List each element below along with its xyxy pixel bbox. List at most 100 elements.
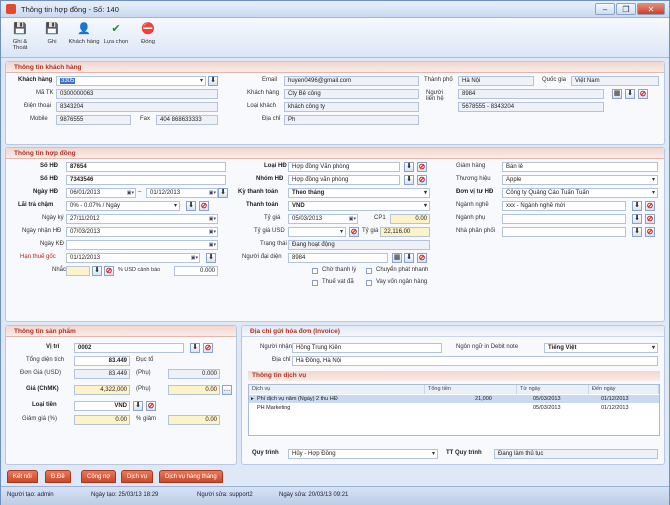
industry-clear[interactable]: ⊘ xyxy=(645,201,655,211)
rate-date-field[interactable]: 05/03/2013 xyxy=(288,214,358,224)
contract-to-date[interactable]: 01/12/2013 xyxy=(146,188,218,198)
services-col-from[interactable]: Từ ngày xyxy=(517,385,589,394)
discount-field[interactable]: 0.00 xyxy=(74,415,130,425)
contract-type-field[interactable]: Hợp đồng Văn phòng xyxy=(288,162,400,172)
status-field[interactable]: Đang hoạt động xyxy=(288,240,430,250)
place-edit-button[interactable]: ▦ xyxy=(392,253,402,263)
sub-industry-field[interactable] xyxy=(502,214,626,224)
receiver-field[interactable]: Hồng Trung Kiên xyxy=(292,343,442,353)
product-currency-clear[interactable]: ⊘ xyxy=(146,401,156,411)
distributor-clear[interactable]: ⊘ xyxy=(645,227,655,237)
position-lookup[interactable]: ⬇ xyxy=(190,343,200,353)
contact-lookup-button[interactable]: ⬇ xyxy=(625,89,635,99)
process-select[interactable]: Hủy - Hợp Đồng xyxy=(288,449,438,459)
check-express[interactable] xyxy=(366,268,372,274)
select-button[interactable]: ✔ Lựa chọn xyxy=(101,20,131,56)
fax-field[interactable]: 404 868633333 xyxy=(156,115,218,125)
contract-no2-field[interactable]: 7343546 xyxy=(66,175,226,185)
price-vnd-more-button[interactable]: … xyxy=(222,385,232,395)
contract-from-date[interactable]: 06/01/2013 xyxy=(66,188,136,198)
mobile-field[interactable]: 9876555 xyxy=(56,115,131,125)
tab-connect[interactable]: Kết nối xyxy=(7,470,38,483)
contact-edit-button[interactable]: ▦ xyxy=(612,89,622,99)
contract-group-clear[interactable]: ⊘ xyxy=(417,175,427,185)
remind-clear-button[interactable]: ⊘ xyxy=(104,266,114,276)
contract-type-clear[interactable]: ⊘ xyxy=(417,162,427,172)
check-vat[interactable] xyxy=(312,280,318,286)
remind-lookup-button[interactable]: ⬇ xyxy=(92,266,102,276)
country-field[interactable]: Việt Nam xyxy=(571,76,659,86)
customer-button[interactable]: 👤 Khách hàng xyxy=(67,20,101,56)
contract-type-lookup[interactable]: ⬇ xyxy=(404,162,414,172)
pay-deadline-button[interactable]: ⬇ xyxy=(206,253,216,263)
contact-name-field[interactable]: 8984 xyxy=(458,89,604,99)
contract-date-button[interactable]: ⬇ xyxy=(218,188,228,198)
sign-date-field[interactable]: 27/11/2012 xyxy=(66,214,218,224)
language-select[interactable]: Tiếng Việt xyxy=(544,343,658,353)
invoice-address-field[interactable]: Hà Đông, Hà Nội xyxy=(292,356,658,366)
contact-phone-field[interactable]: 5678555 - 8343204 xyxy=(458,102,604,112)
product-currency-field[interactable]: VND xyxy=(74,401,130,411)
discount-extra[interactable]: 0.00 xyxy=(168,415,220,425)
price-vnd-field[interactable]: 4,322,000 xyxy=(74,385,130,395)
distributor-lookup[interactable]: ⬇ xyxy=(632,227,642,237)
contact-clear-button[interactable]: ⊘ xyxy=(638,89,648,99)
industry-lookup[interactable]: ⬇ xyxy=(632,201,642,211)
city-field[interactable]: Hà Nội xyxy=(458,76,534,86)
address-field[interactable]: Ph xyxy=(284,115,419,125)
process-status-field[interactable]: Đang làm thủ tục xyxy=(494,449,658,459)
price-usd-extra[interactable]: 0.000 xyxy=(168,369,220,379)
customer-code-field[interactable]: 3305 xyxy=(56,76,206,86)
services-col-service[interactable]: Dịch vụ xyxy=(249,385,425,394)
remind-field[interactable] xyxy=(66,266,90,276)
pay-deadline-field[interactable]: 01/12/2013 xyxy=(66,253,200,263)
brand-select[interactable]: Apple xyxy=(502,175,658,185)
customer-lookup-button[interactable]: ⬇ xyxy=(208,76,218,86)
end-date-field[interactable] xyxy=(66,240,218,250)
place-field[interactable]: 8984 xyxy=(288,253,388,263)
save-button[interactable]: 💾 Ghi xyxy=(41,20,63,56)
sub-industry-lookup[interactable]: ⬇ xyxy=(632,214,642,224)
email-field[interactable]: huyen0496@gmail.com xyxy=(284,76,419,86)
services-col-to[interactable]: Đến ngày xyxy=(589,385,659,394)
interest-clear-button[interactable]: ⊘ xyxy=(199,201,209,211)
table-row[interactable]: PH Marketing 05/03/2013 01/12/2013 xyxy=(249,404,659,412)
maximize-button[interactable]: ❐ xyxy=(616,3,636,15)
industry-field[interactable]: xxx - Ngành nghề mới xyxy=(502,201,626,211)
seller-field[interactable]: Bán lẻ xyxy=(502,162,658,172)
place-lookup-button[interactable]: ⬇ xyxy=(404,253,414,263)
phone-field[interactable]: 8343204 xyxy=(56,102,218,112)
close-form-button[interactable]: ⛔ Đóng xyxy=(137,20,159,56)
contract-group-field[interactable]: Hợp đồng văn phòng xyxy=(288,175,400,185)
product-currency-lookup[interactable]: ⬇ xyxy=(133,401,143,411)
price-usd-field[interactable]: 83.449 xyxy=(74,369,130,379)
agent-select[interactable]: Công ty Quảng Cáo Tuấn Tuấn xyxy=(502,188,658,198)
close-button[interactable]: ✕ xyxy=(637,3,665,15)
position-clear[interactable]: ⊘ xyxy=(203,343,213,353)
save-exit-button[interactable]: 💾 Ghi & Thoát xyxy=(5,20,35,56)
interest-field[interactable]: 0% - 0.07% / Ngày xyxy=(66,201,180,211)
distributor-field[interactable] xyxy=(502,227,626,237)
tax-field[interactable]: 0300000063 xyxy=(56,89,218,99)
check-pending[interactable] xyxy=(312,268,318,274)
tab-monthly-service[interactable]: Dịch vụ hàng tháng xyxy=(159,470,223,483)
table-row[interactable]: ▸ Phí dịch vụ năm (Ngày) 2 thu HĐ 21,000… xyxy=(249,395,659,403)
usd-rate-value[interactable]: 22,116.00 xyxy=(380,227,430,237)
place-clear-button[interactable]: ⊘ xyxy=(417,253,427,263)
price-vnd-extra[interactable]: 0.00 xyxy=(168,385,220,395)
customer-type-field[interactable]: khách công ty xyxy=(284,102,419,112)
sub-industry-clear[interactable]: ⊘ xyxy=(645,214,655,224)
rate-value-field[interactable]: 0.00 xyxy=(390,214,430,224)
services-col-amount[interactable]: Tổng tiền xyxy=(425,385,517,394)
area-field[interactable]: 83.449 xyxy=(74,356,130,366)
position-field[interactable]: 0002 xyxy=(74,343,184,353)
pay-period-select[interactable]: Theo tháng xyxy=(288,188,430,198)
contract-no-field[interactable]: 87654 xyxy=(66,162,226,172)
tab-proposal[interactable]: Đ.Đề xyxy=(45,470,71,483)
tab-service[interactable]: Dịch vụ xyxy=(121,470,154,483)
remind-value-field[interactable]: 0.000 xyxy=(174,266,218,276)
tab-debt[interactable]: Công nợ xyxy=(81,470,117,483)
minimize-button[interactable]: – xyxy=(595,3,615,15)
usd-rate-clear[interactable]: ⊘ xyxy=(349,227,359,237)
receive-date-field[interactable]: 07/03/2013 xyxy=(66,227,218,237)
